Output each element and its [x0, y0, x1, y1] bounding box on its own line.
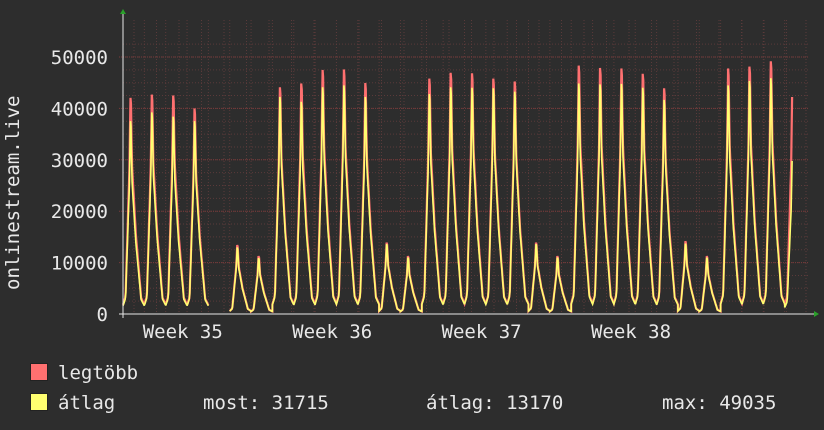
- x-tick-label: Week 36: [292, 321, 372, 343]
- y-tick-label: 40000: [51, 98, 108, 120]
- legend-item-max: legtöbb: [30, 362, 138, 384]
- y-tick-label: 20000: [51, 201, 108, 223]
- y-axis-label: onlinestream.live: [2, 95, 24, 290]
- x-tick-label: Week 37: [442, 321, 522, 343]
- x-axis-arrow: [814, 311, 819, 317]
- stat-max: max: 49035: [662, 392, 777, 414]
- x-tick-label: Week 35: [143, 321, 223, 343]
- stat-average: átlag: 13170: [426, 392, 564, 414]
- y-tick-label: 30000: [51, 150, 108, 172]
- x-tick-label: Week 38: [591, 321, 671, 343]
- y-axis-arrow: [120, 9, 126, 14]
- graph-panel: 0 10000 20000 30000 40000 50000 Week 35 Week 36…: [0, 0, 824, 430]
- legend-label-avg: átlag: [58, 392, 116, 414]
- stat-now: most: 31715: [203, 392, 329, 414]
- y-tick-label: 50000: [51, 47, 108, 69]
- y-tick-label: 0: [97, 304, 108, 326]
- y-tick-label: 10000: [51, 253, 108, 275]
- series-avg-line: [122, 78, 793, 313]
- legend-label-max: legtöbb: [58, 362, 139, 384]
- legend-item-avg: átlag: [30, 392, 115, 414]
- legend-swatch-avg: [30, 393, 48, 411]
- legend-swatch-max: [30, 363, 48, 381]
- series-max-line: [121, 61, 794, 314]
